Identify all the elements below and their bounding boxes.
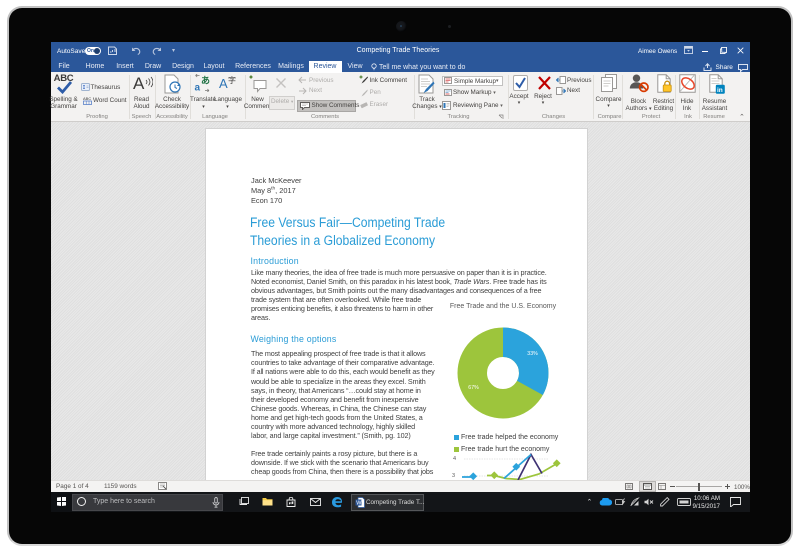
svg-text:in: in — [717, 87, 723, 94]
svg-text:A: A — [219, 76, 228, 91]
svg-text:ABC: ABC — [83, 96, 91, 101]
svg-text:a: a — [195, 83, 201, 93]
svg-text:字: 字 — [228, 75, 236, 85]
svg-text:W: W — [356, 500, 362, 506]
svg-text:あ: あ — [201, 76, 210, 86]
